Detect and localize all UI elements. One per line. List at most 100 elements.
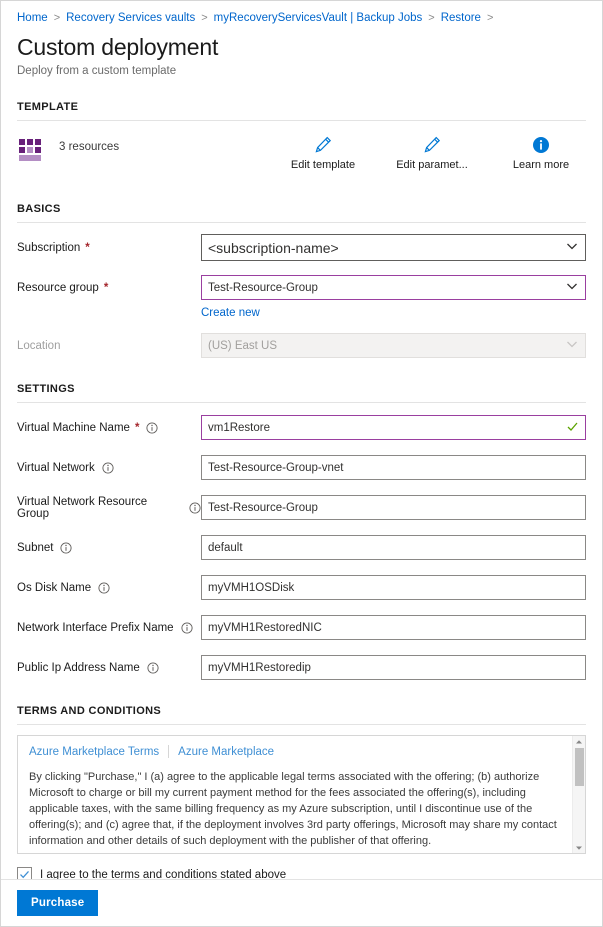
required-marker: * bbox=[135, 422, 139, 434]
subscription-label-text: Subscription bbox=[17, 242, 80, 254]
template-resource-count: 3 resources bbox=[59, 141, 119, 153]
info-icon[interactable] bbox=[146, 422, 158, 434]
terms-links: Azure Marketplace Terms Azure Marketplac… bbox=[29, 745, 561, 758]
create-new-resource-group-link-wrap: Create new bbox=[17, 303, 586, 321]
section-divider bbox=[17, 724, 586, 725]
breadcrumb-separator: > bbox=[487, 10, 493, 26]
valid-check-icon bbox=[566, 420, 579, 436]
template-grid-icon bbox=[19, 137, 45, 163]
info-circle-icon bbox=[502, 134, 580, 156]
template-section-header: TEMPLATE bbox=[17, 79, 586, 113]
network-interface-prefix-name-input[interactable]: myVMH1RestoredNIC bbox=[201, 615, 586, 640]
section-divider bbox=[17, 402, 586, 403]
azure-marketplace-link[interactable]: Azure Marketplace bbox=[178, 746, 274, 758]
public-ip-address-name-value: myVMH1Restoredip bbox=[208, 662, 579, 674]
section-divider bbox=[17, 222, 586, 223]
breadcrumb-separator: > bbox=[201, 10, 207, 26]
network-interface-prefix-name-row: Network Interface Prefix Name myVMH1Rest… bbox=[17, 612, 586, 643]
info-icon[interactable] bbox=[102, 462, 114, 474]
required-marker: * bbox=[85, 242, 89, 254]
create-new-link[interactable]: Create new bbox=[201, 307, 260, 319]
page-subtitle: Deploy from a custom template bbox=[1, 61, 602, 79]
location-label-text: Location bbox=[17, 340, 60, 352]
network-interface-prefix-name-value: myVMH1RestoredNIC bbox=[208, 622, 579, 634]
public-ip-address-name-label: Public Ip Address Name bbox=[17, 662, 201, 674]
terms-scrollbar[interactable] bbox=[572, 736, 585, 853]
subnet-row: Subnet default bbox=[17, 532, 586, 563]
label-text: Virtual Machine Name bbox=[17, 422, 130, 434]
subscription-dropdown[interactable]: <subscription-name> bbox=[201, 234, 586, 261]
virtual-network-row: Virtual Network Test-Resource-Group-vnet bbox=[17, 452, 586, 483]
virtual-network-resource-group-input[interactable]: Test-Resource-Group bbox=[201, 495, 586, 520]
subnet-value: default bbox=[208, 542, 579, 554]
scroll-down-arrow-icon[interactable] bbox=[575, 842, 583, 853]
scroll-up-arrow-icon[interactable] bbox=[575, 736, 583, 747]
breadcrumb-separator: > bbox=[428, 10, 434, 26]
edit-parameters-button[interactable]: Edit paramet... bbox=[393, 134, 471, 171]
virtual-machine-name-input[interactable]: vm1Restore bbox=[201, 415, 586, 440]
learn-more-label: Learn more bbox=[502, 159, 580, 171]
virtual-machine-name-value: vm1Restore bbox=[208, 422, 562, 434]
resource-group-label: Resource group * bbox=[17, 282, 201, 294]
info-icon[interactable] bbox=[147, 662, 159, 674]
os-disk-name-label: Os Disk Name bbox=[17, 582, 201, 594]
custom-deployment-blade: Home > Recovery Services vaults > myReco… bbox=[0, 0, 603, 927]
os-disk-name-row: Os Disk Name myVMH1OSDisk bbox=[17, 572, 586, 603]
resource-group-value: Test-Resource-Group bbox=[208, 282, 561, 294]
scrollbar-thumb[interactable] bbox=[575, 748, 584, 786]
virtual-network-input[interactable]: Test-Resource-Group-vnet bbox=[201, 455, 586, 480]
template-summary-row: 3 resources Edit template bbox=[17, 121, 586, 181]
basics-form: Subscription * <subscription-name> Resou… bbox=[17, 232, 586, 361]
terms-body-text: By clicking "Purchase," I (a) agree to t… bbox=[29, 769, 561, 849]
resource-group-dropdown[interactable]: Test-Resource-Group bbox=[201, 275, 586, 300]
info-icon[interactable] bbox=[181, 622, 193, 634]
breadcrumb-item-home[interactable]: Home bbox=[17, 10, 48, 26]
os-disk-name-value: myVMH1OSDisk bbox=[208, 582, 579, 594]
edit-template-label: Edit template bbox=[284, 159, 362, 171]
page-title: Custom deployment bbox=[1, 26, 602, 61]
terms-container: Azure Marketplace Terms Azure Marketplac… bbox=[17, 735, 586, 854]
settings-form: Virtual Machine Name * vm1Restore bbox=[17, 412, 586, 683]
label-text: Public Ip Address Name bbox=[17, 662, 140, 674]
label-text: Subnet bbox=[17, 542, 53, 554]
edit-parameters-label: Edit paramet... bbox=[393, 159, 471, 171]
subscription-value: <subscription-name> bbox=[208, 240, 561, 256]
info-icon[interactable] bbox=[98, 582, 110, 594]
os-disk-name-input[interactable]: myVMH1OSDisk bbox=[201, 575, 586, 600]
info-icon[interactable] bbox=[60, 542, 72, 554]
subscription-row: Subscription * <subscription-name> bbox=[17, 232, 586, 263]
location-dropdown: (US) East US bbox=[201, 333, 586, 358]
virtual-network-value: Test-Resource-Group-vnet bbox=[208, 462, 579, 474]
subnet-input[interactable]: default bbox=[201, 535, 586, 560]
blade-footer: Purchase bbox=[1, 879, 602, 926]
location-value: (US) East US bbox=[208, 340, 561, 352]
virtual-machine-name-row: Virtual Machine Name * vm1Restore bbox=[17, 412, 586, 443]
info-icon[interactable] bbox=[189, 502, 201, 514]
subscription-label: Subscription * bbox=[17, 242, 201, 254]
breadcrumb-separator: > bbox=[54, 10, 60, 26]
public-ip-address-name-input[interactable]: myVMH1Restoredip bbox=[201, 655, 586, 680]
location-label: Location bbox=[17, 340, 201, 352]
virtual-network-resource-group-value: Test-Resource-Group bbox=[208, 502, 579, 514]
breadcrumb-item-restore[interactable]: Restore bbox=[441, 10, 481, 26]
virtual-network-resource-group-label: Virtual Network Resource Group bbox=[17, 496, 201, 520]
chevron-down-icon bbox=[565, 337, 579, 354]
required-marker: * bbox=[104, 282, 108, 294]
learn-more-button[interactable]: Learn more bbox=[502, 134, 580, 171]
breadcrumb: Home > Recovery Services vaults > myReco… bbox=[1, 1, 602, 26]
label-text: Virtual Network bbox=[17, 462, 95, 474]
edit-template-button[interactable]: Edit template bbox=[284, 134, 362, 171]
resource-group-label-text: Resource group bbox=[17, 282, 99, 294]
breadcrumb-item-recovery-services-vaults[interactable]: Recovery Services vaults bbox=[66, 10, 195, 26]
azure-marketplace-terms-link[interactable]: Azure Marketplace Terms bbox=[29, 746, 159, 758]
basics-section-header: BASICS bbox=[17, 181, 586, 215]
chevron-down-icon bbox=[565, 239, 579, 256]
label-text: Virtual Network Resource Group bbox=[17, 496, 182, 520]
virtual-machine-name-label: Virtual Machine Name * bbox=[17, 422, 201, 434]
purchase-button[interactable]: Purchase bbox=[17, 890, 98, 916]
breadcrumb-item-vault-backup-jobs[interactable]: myRecoveryServicesVault | Backup Jobs bbox=[214, 10, 423, 26]
label-text: Os Disk Name bbox=[17, 582, 91, 594]
template-actions: Edit template Edit paramet... bbox=[284, 134, 580, 171]
pencil-icon bbox=[284, 134, 362, 156]
chevron-down-icon bbox=[565, 279, 579, 296]
